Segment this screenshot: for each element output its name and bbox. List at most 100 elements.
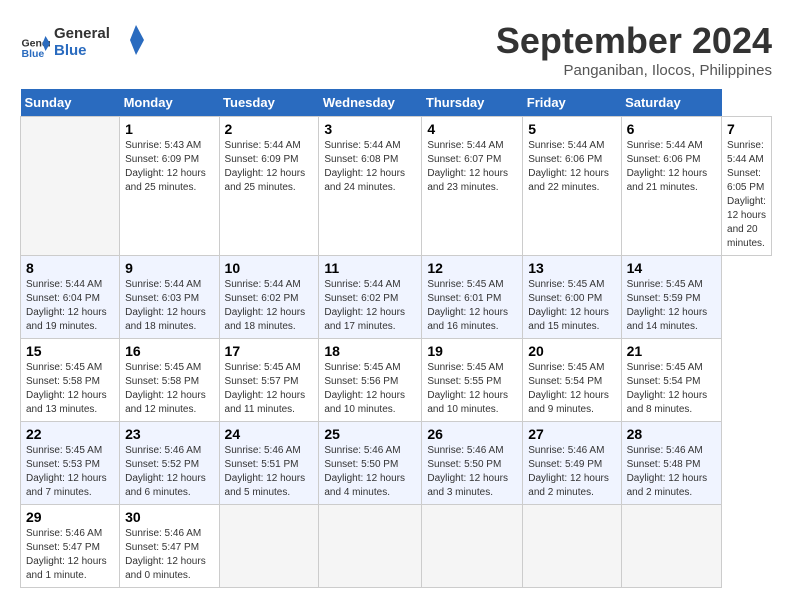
calendar-cell (21, 117, 120, 256)
day-number: 13 (528, 260, 615, 276)
day-info: Sunrise: 5:46 AMSunset: 5:51 PMDaylight:… (225, 444, 314, 500)
column-header-sunday: Sunday (21, 89, 120, 117)
calendar-cell (319, 505, 422, 588)
day-number: 5 (528, 121, 615, 137)
location: Panganiban, Ilocos, Philippines (496, 62, 772, 79)
calendar-cell: 29Sunrise: 5:46 AMSunset: 5:47 PMDayligh… (21, 505, 120, 588)
day-info: Sunrise: 5:46 AMSunset: 5:52 PMDaylight:… (125, 444, 213, 500)
calendar-cell: 26Sunrise: 5:46 AMSunset: 5:50 PMDayligh… (422, 422, 523, 505)
calendar-cell: 7Sunrise: 5:44 AMSunset: 6:05 PMDaylight… (722, 117, 772, 256)
day-number: 25 (324, 426, 416, 442)
day-info: Sunrise: 5:46 AMSunset: 5:47 PMDaylight:… (26, 527, 114, 583)
day-number: 28 (627, 426, 716, 442)
day-info: Sunrise: 5:44 AMSunset: 6:08 PMDaylight:… (324, 139, 416, 195)
day-number: 1 (125, 121, 213, 137)
calendar-cell: 2 Sunrise: 5:44 AMSunset: 6:09 PMDaylight… (219, 117, 319, 256)
day-number: 11 (324, 260, 416, 276)
day-info: Sunrise: 5:45 AMSunset: 5:57 PMDaylight:… (225, 361, 314, 417)
calendar-cell: 20Sunrise: 5:45 AMSunset: 5:54 PMDayligh… (523, 339, 621, 422)
logo-svg: General Blue (54, 20, 144, 65)
day-number: 23 (125, 426, 213, 442)
day-info: Sunrise: 5:45 AMSunset: 5:58 PMDaylight:… (125, 361, 213, 417)
calendar-cell (422, 505, 523, 588)
calendar-cell: 4 Sunrise: 5:44 AMSunset: 6:07 PMDaylight… (422, 117, 523, 256)
day-number: 10 (225, 260, 314, 276)
calendar-week-row: 29Sunrise: 5:46 AMSunset: 5:47 PMDayligh… (21, 505, 772, 588)
calendar-cell: 5Sunrise: 5:44 AMSunset: 6:06 PMDaylight… (523, 117, 621, 256)
calendar-cell: 6 Sunrise: 5:44 AMSunset: 6:06 PMDaylight… (621, 117, 721, 256)
day-number: 30 (125, 509, 213, 525)
day-info: Sunrise: 5:44 AMSunset: 6:02 PMDaylight:… (225, 278, 314, 334)
calendar-week-row: 8 Sunrise: 5:44 AMSunset: 6:04 PMDaylight… (21, 256, 772, 339)
column-header-wednesday: Wednesday (319, 89, 422, 117)
day-info: Sunrise: 5:44 AMSunset: 6:05 PMDaylight:… (727, 139, 766, 251)
day-info: Sunrise: 5:45 AMSunset: 5:56 PMDaylight:… (324, 361, 416, 417)
day-info: Sunrise: 5:45 AMSunset: 6:00 PMDaylight:… (528, 278, 615, 334)
calendar-table: SundayMondayTuesdayWednesdayThursdayFrid… (20, 89, 772, 588)
day-number: 15 (26, 343, 114, 359)
calendar-cell: 14Sunrise: 5:45 AMSunset: 5:59 PMDayligh… (621, 256, 721, 339)
column-header-thursday: Thursday (422, 89, 523, 117)
page-header: General Blue General Blue September 2024… (20, 20, 772, 79)
month-title: September 2024 (496, 20, 772, 62)
calendar-cell: 17 Sunrise: 5:45 AMSunset: 5:57 PMDayligh… (219, 339, 319, 422)
calendar-cell: 30 Sunrise: 5:46 AMSunset: 5:47 PMDayligh… (120, 505, 219, 588)
day-info: Sunrise: 5:46 AMSunset: 5:49 PMDaylight:… (528, 444, 615, 500)
svg-text:Blue: Blue (22, 48, 45, 60)
day-number: 4 (427, 121, 517, 137)
day-info: Sunrise: 5:46 AMSunset: 5:50 PMDaylight:… (427, 444, 517, 500)
day-info: Sunrise: 5:44 AMSunset: 6:02 PMDaylight:… (324, 278, 416, 334)
calendar-cell: 10 Sunrise: 5:44 AMSunset: 6:02 PMDayligh… (219, 256, 319, 339)
day-info: Sunrise: 5:44 AMSunset: 6:07 PMDaylight:… (427, 139, 517, 195)
calendar-cell: 27Sunrise: 5:46 AMSunset: 5:49 PMDayligh… (523, 422, 621, 505)
column-header-saturday: Saturday (621, 89, 721, 117)
day-number: 24 (225, 426, 314, 442)
day-info: Sunrise: 5:44 AMSunset: 6:03 PMDaylight:… (125, 278, 213, 334)
day-info: Sunrise: 5:44 AMSunset: 6:04 PMDaylight:… (26, 278, 114, 334)
calendar-cell: 9Sunrise: 5:44 AMSunset: 6:03 PMDaylight… (120, 256, 219, 339)
calendar-cell (621, 505, 721, 588)
day-info: Sunrise: 5:45 AMSunset: 5:58 PMDaylight:… (26, 361, 114, 417)
day-info: Sunrise: 5:45 AMSunset: 5:54 PMDaylight:… (627, 361, 716, 417)
calendar-cell: 13 Sunrise: 5:45 AMSunset: 6:00 PMDayligh… (523, 256, 621, 339)
calendar-cell: 21Sunrise: 5:45 AMSunset: 5:54 PMDayligh… (621, 339, 721, 422)
calendar-cell: 1 Sunrise: 5:43 AMSunset: 6:09 PMDaylight… (120, 117, 219, 256)
calendar-cell: 18 Sunrise: 5:45 AMSunset: 5:56 PMDayligh… (319, 339, 422, 422)
calendar-cell: 12Sunrise: 5:45 AMSunset: 6:01 PMDayligh… (422, 256, 523, 339)
calendar-week-row: 1 Sunrise: 5:43 AMSunset: 6:09 PMDaylight… (21, 117, 772, 256)
svg-text:Blue: Blue (54, 42, 87, 59)
day-info: Sunrise: 5:44 AMSunset: 6:06 PMDaylight:… (627, 139, 716, 195)
column-header-monday: Monday (120, 89, 219, 117)
day-number: 18 (324, 343, 416, 359)
calendar-cell: 16 Sunrise: 5:45 AMSunset: 5:58 PMDayligh… (120, 339, 219, 422)
day-info: Sunrise: 5:44 AMSunset: 6:09 PMDaylight:… (225, 139, 314, 195)
day-info: Sunrise: 5:46 AMSunset: 5:50 PMDaylight:… (324, 444, 416, 500)
column-header-tuesday: Tuesday (219, 89, 319, 117)
title-area: September 2024 Panganiban, Ilocos, Phili… (496, 20, 772, 79)
day-number: 12 (427, 260, 517, 276)
logo: General Blue General Blue (20, 20, 144, 70)
calendar-week-row: 15 Sunrise: 5:45 AMSunset: 5:58 PMDayligh… (21, 339, 772, 422)
day-number: 16 (125, 343, 213, 359)
day-number: 6 (627, 121, 716, 137)
day-number: 2 (225, 121, 314, 137)
calendar-cell: 8 Sunrise: 5:44 AMSunset: 6:04 PMDaylight… (21, 256, 120, 339)
calendar-cell: 11 Sunrise: 5:44 AMSunset: 6:02 PMDayligh… (319, 256, 422, 339)
column-header-friday: Friday (523, 89, 621, 117)
calendar-cell: 15 Sunrise: 5:45 AMSunset: 5:58 PMDayligh… (21, 339, 120, 422)
logo-icon: General Blue (20, 30, 50, 60)
calendar-cell: 19Sunrise: 5:45 AMSunset: 5:55 PMDayligh… (422, 339, 523, 422)
calendar-cell (219, 505, 319, 588)
calendar-cell (523, 505, 621, 588)
calendar-cell: 25 Sunrise: 5:46 AMSunset: 5:50 PMDayligh… (319, 422, 422, 505)
day-info: Sunrise: 5:43 AMSunset: 6:09 PMDaylight:… (125, 139, 213, 195)
day-info: Sunrise: 5:46 AMSunset: 5:48 PMDaylight:… (627, 444, 716, 500)
day-number: 8 (26, 260, 114, 276)
day-number: 17 (225, 343, 314, 359)
calendar-cell: 28 Sunrise: 5:46 AMSunset: 5:48 PMDayligh… (621, 422, 721, 505)
day-number: 3 (324, 121, 416, 137)
calendar-cell: 22Sunrise: 5:45 AMSunset: 5:53 PMDayligh… (21, 422, 120, 505)
day-info: Sunrise: 5:45 AMSunset: 5:55 PMDaylight:… (427, 361, 517, 417)
calendar-cell: 3 Sunrise: 5:44 AMSunset: 6:08 PMDaylight… (319, 117, 422, 256)
day-info: Sunrise: 5:46 AMSunset: 5:47 PMDaylight:… (125, 527, 213, 583)
